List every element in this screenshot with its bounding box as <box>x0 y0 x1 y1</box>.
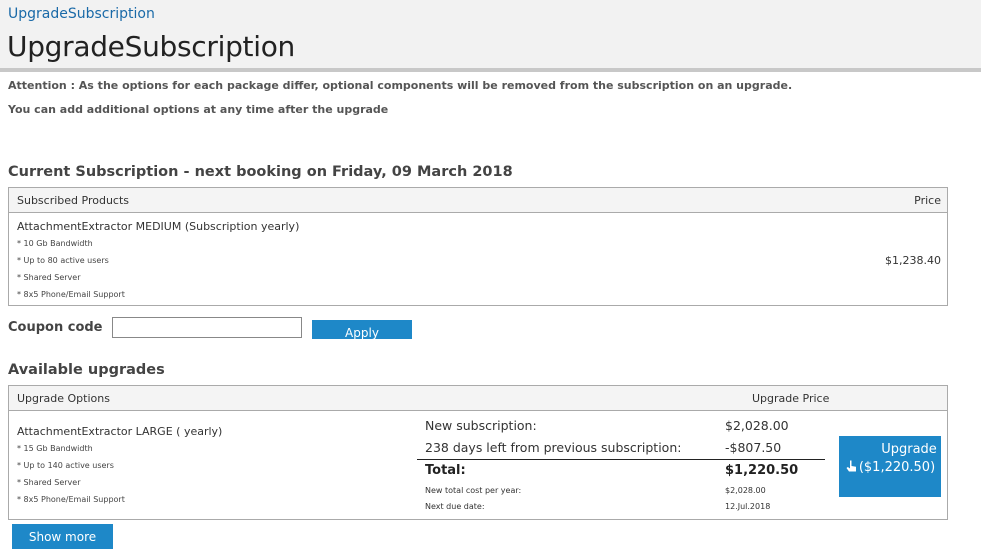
next-due-value: 12.Jul.2018 <box>725 502 771 511</box>
coupon-code-label: Coupon code <box>8 320 103 335</box>
coupon-code-input[interactable] <box>112 317 302 338</box>
upgrade-button[interactable]: Upgrade ($1,220.50) <box>839 436 941 497</box>
col-upgrade-options: Upgrade Options <box>17 392 110 405</box>
current-price: $1,238.40 <box>885 254 941 267</box>
upgrade-feature: * Shared Server <box>17 478 81 487</box>
current-product-name: AttachmentExtractor MEDIUM (Subscription… <box>17 220 300 233</box>
attention-notice: Attention : As the options for each pack… <box>8 79 793 92</box>
col-subscribed-products: Subscribed Products <box>17 194 130 207</box>
upgrade-feature: * 8x5 Phone/Email Support <box>17 495 125 504</box>
yearly-cost-value: $2,028.00 <box>725 486 766 495</box>
upgrade-feature: * 15 Gb Bandwidth <box>17 444 93 453</box>
hand-pointer-icon <box>846 460 856 472</box>
total-value: $1,220.50 <box>725 463 799 478</box>
apply-coupon-button[interactable]: Apply <box>312 320 412 339</box>
new-subscription-label: New subscription: <box>425 418 537 433</box>
current-feature: * Shared Server <box>17 273 81 282</box>
new-subscription-value: $2,028.00 <box>725 418 789 433</box>
total-divider <box>417 459 825 460</box>
current-feature: * Up to 80 active users <box>17 256 109 265</box>
current-feature: * 8x5 Phone/Email Support <box>17 290 125 299</box>
col-upgrade-price: Upgrade Price <box>752 392 830 405</box>
page-title: UpgradeSubscription <box>7 30 295 63</box>
upgrade-button-amount: ($1,220.50) <box>858 460 936 475</box>
options-notice: You can add additional options at any ti… <box>8 103 389 116</box>
breadcrumb-link[interactable]: UpgradeSubscription <box>8 6 155 22</box>
page-header: UpgradeSubscription UpgradeSubscription <box>0 0 981 72</box>
days-left-value: -$807.50 <box>725 440 782 455</box>
total-label: Total: <box>425 463 466 478</box>
current-subscription-heading: Current Subscription - next booking on F… <box>8 164 513 180</box>
upgrade-product-name: AttachmentExtractor LARGE ( yearly) <box>17 425 223 438</box>
show-more-button[interactable]: Show more <box>12 524 113 549</box>
upgrade-button-label: Upgrade <box>881 442 937 457</box>
days-left-label: 238 days left from previous subscription… <box>425 440 682 455</box>
next-due-label: Next due date: <box>425 502 485 511</box>
current-table-header: Subscribed Products Price <box>9 188 947 213</box>
yearly-cost-label: New total cost per year: <box>425 486 522 495</box>
upgrades-table-header: Upgrade Options Upgrade Price <box>9 386 947 411</box>
current-subscription-table: Subscribed Products Price AttachmentExtr… <box>8 187 948 306</box>
col-price: Price <box>914 194 941 207</box>
current-feature: * 10 Gb Bandwidth <box>17 239 93 248</box>
available-upgrades-heading: Available upgrades <box>8 362 165 378</box>
upgrade-feature: * Up to 140 active users <box>17 461 114 470</box>
